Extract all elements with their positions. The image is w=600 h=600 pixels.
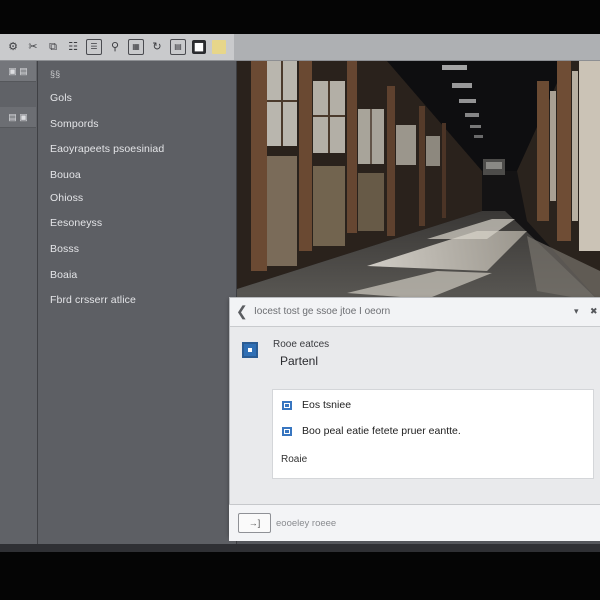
- dialog-title: Iocest tost ge ssoe jtoe I oeorn: [254, 306, 391, 317]
- sidebar-item[interactable]: Fbrd crsserr atlice: [50, 294, 136, 306]
- sidebar-item[interactable]: Sompords: [50, 118, 99, 130]
- folder-icon[interactable]: [212, 40, 226, 54]
- sidebar-item[interactable]: Eesoneyss: [50, 217, 102, 229]
- dialog-subtitle: Rooe eatces: [273, 339, 330, 350]
- export-button[interactable]: →]: [238, 513, 271, 533]
- toolbar: ⚙ ✂ ⧉ ☷ ☰ ⚲ ▦ ↻ ▤ ■: [0, 34, 600, 61]
- corridor-image: [237, 61, 600, 302]
- back-icon[interactable]: ❮: [236, 303, 248, 320]
- active-document-icon[interactable]: ■: [192, 40, 206, 54]
- app-window: ⚙ ✂ ⧉ ☷ ☰ ⚲ ▦ ↻ ▤ ■ ▣ ▤ ▤ ▣ §§ Gols Somp…: [0, 34, 600, 552]
- options-footer: Roaie: [281, 454, 308, 465]
- bottom-bar-label: eooeley roeee: [276, 518, 337, 529]
- sidebar-item[interactable]: Gols: [50, 92, 72, 104]
- dialog-header: ❮ Iocest tost ge ssoe jtoe I oeorn ▾ ✖: [230, 298, 600, 327]
- paste-icon[interactable]: ☷: [66, 40, 80, 54]
- sidebar-item[interactable]: Bouoa: [50, 169, 81, 181]
- left-panel-tab-2[interactable]: ▤ ▣: [0, 107, 36, 128]
- sidebar-item[interactable]: Ohioss: [50, 192, 83, 204]
- left-panel-tab-1[interactable]: ▣ ▤: [0, 61, 36, 82]
- sidebar-item[interactable]: Bosss: [50, 243, 79, 255]
- left-panel: ▣ ▤ ▤ ▣: [0, 61, 38, 552]
- monitor-bottom-edge: [0, 544, 600, 552]
- dialog-heading: Partenl: [280, 354, 319, 368]
- option-label[interactable]: Boo peal eatie fetete pruer eantte.: [302, 425, 461, 437]
- sidebar-item[interactable]: Boaia: [50, 269, 77, 281]
- close-icon[interactable]: ✖: [590, 306, 598, 317]
- scissors-icon[interactable]: ✂: [26, 40, 40, 54]
- app-icon: [242, 342, 258, 358]
- bottom-bar: →] eooeley roeee: [229, 504, 600, 541]
- toolbar-spacer: [234, 34, 600, 60]
- options-panel: Eos tsniee Boo peal eatie fetete pruer e…: [272, 389, 594, 479]
- option-checkbox[interactable]: [282, 401, 292, 410]
- dialog: ❮ Iocest tost ge ssoe jtoe I oeorn ▾ ✖ R…: [229, 297, 600, 535]
- sidebar: §§ Gols Sompords Eaoyrapeets psoesiniad …: [38, 61, 237, 552]
- option-checkbox[interactable]: [282, 427, 292, 436]
- list-icon[interactable]: ☰: [86, 39, 102, 55]
- sidebar-item[interactable]: Eaoyrapeets psoesiniad: [50, 143, 164, 155]
- sidebar-header: §§: [50, 69, 61, 79]
- refresh-icon[interactable]: ↻: [150, 40, 164, 54]
- chevron-down-icon[interactable]: ▾: [574, 306, 579, 317]
- corridor-photo: [237, 61, 600, 302]
- grid-icon[interactable]: ▦: [128, 39, 144, 55]
- copy-icon[interactable]: ⧉: [46, 40, 60, 54]
- option-label[interactable]: Eos tsniee: [302, 399, 351, 411]
- photo-icon[interactable]: ▤: [170, 39, 186, 55]
- tag-icon[interactable]: ⚲: [108, 40, 122, 54]
- gear-icon[interactable]: ⚙: [6, 40, 20, 54]
